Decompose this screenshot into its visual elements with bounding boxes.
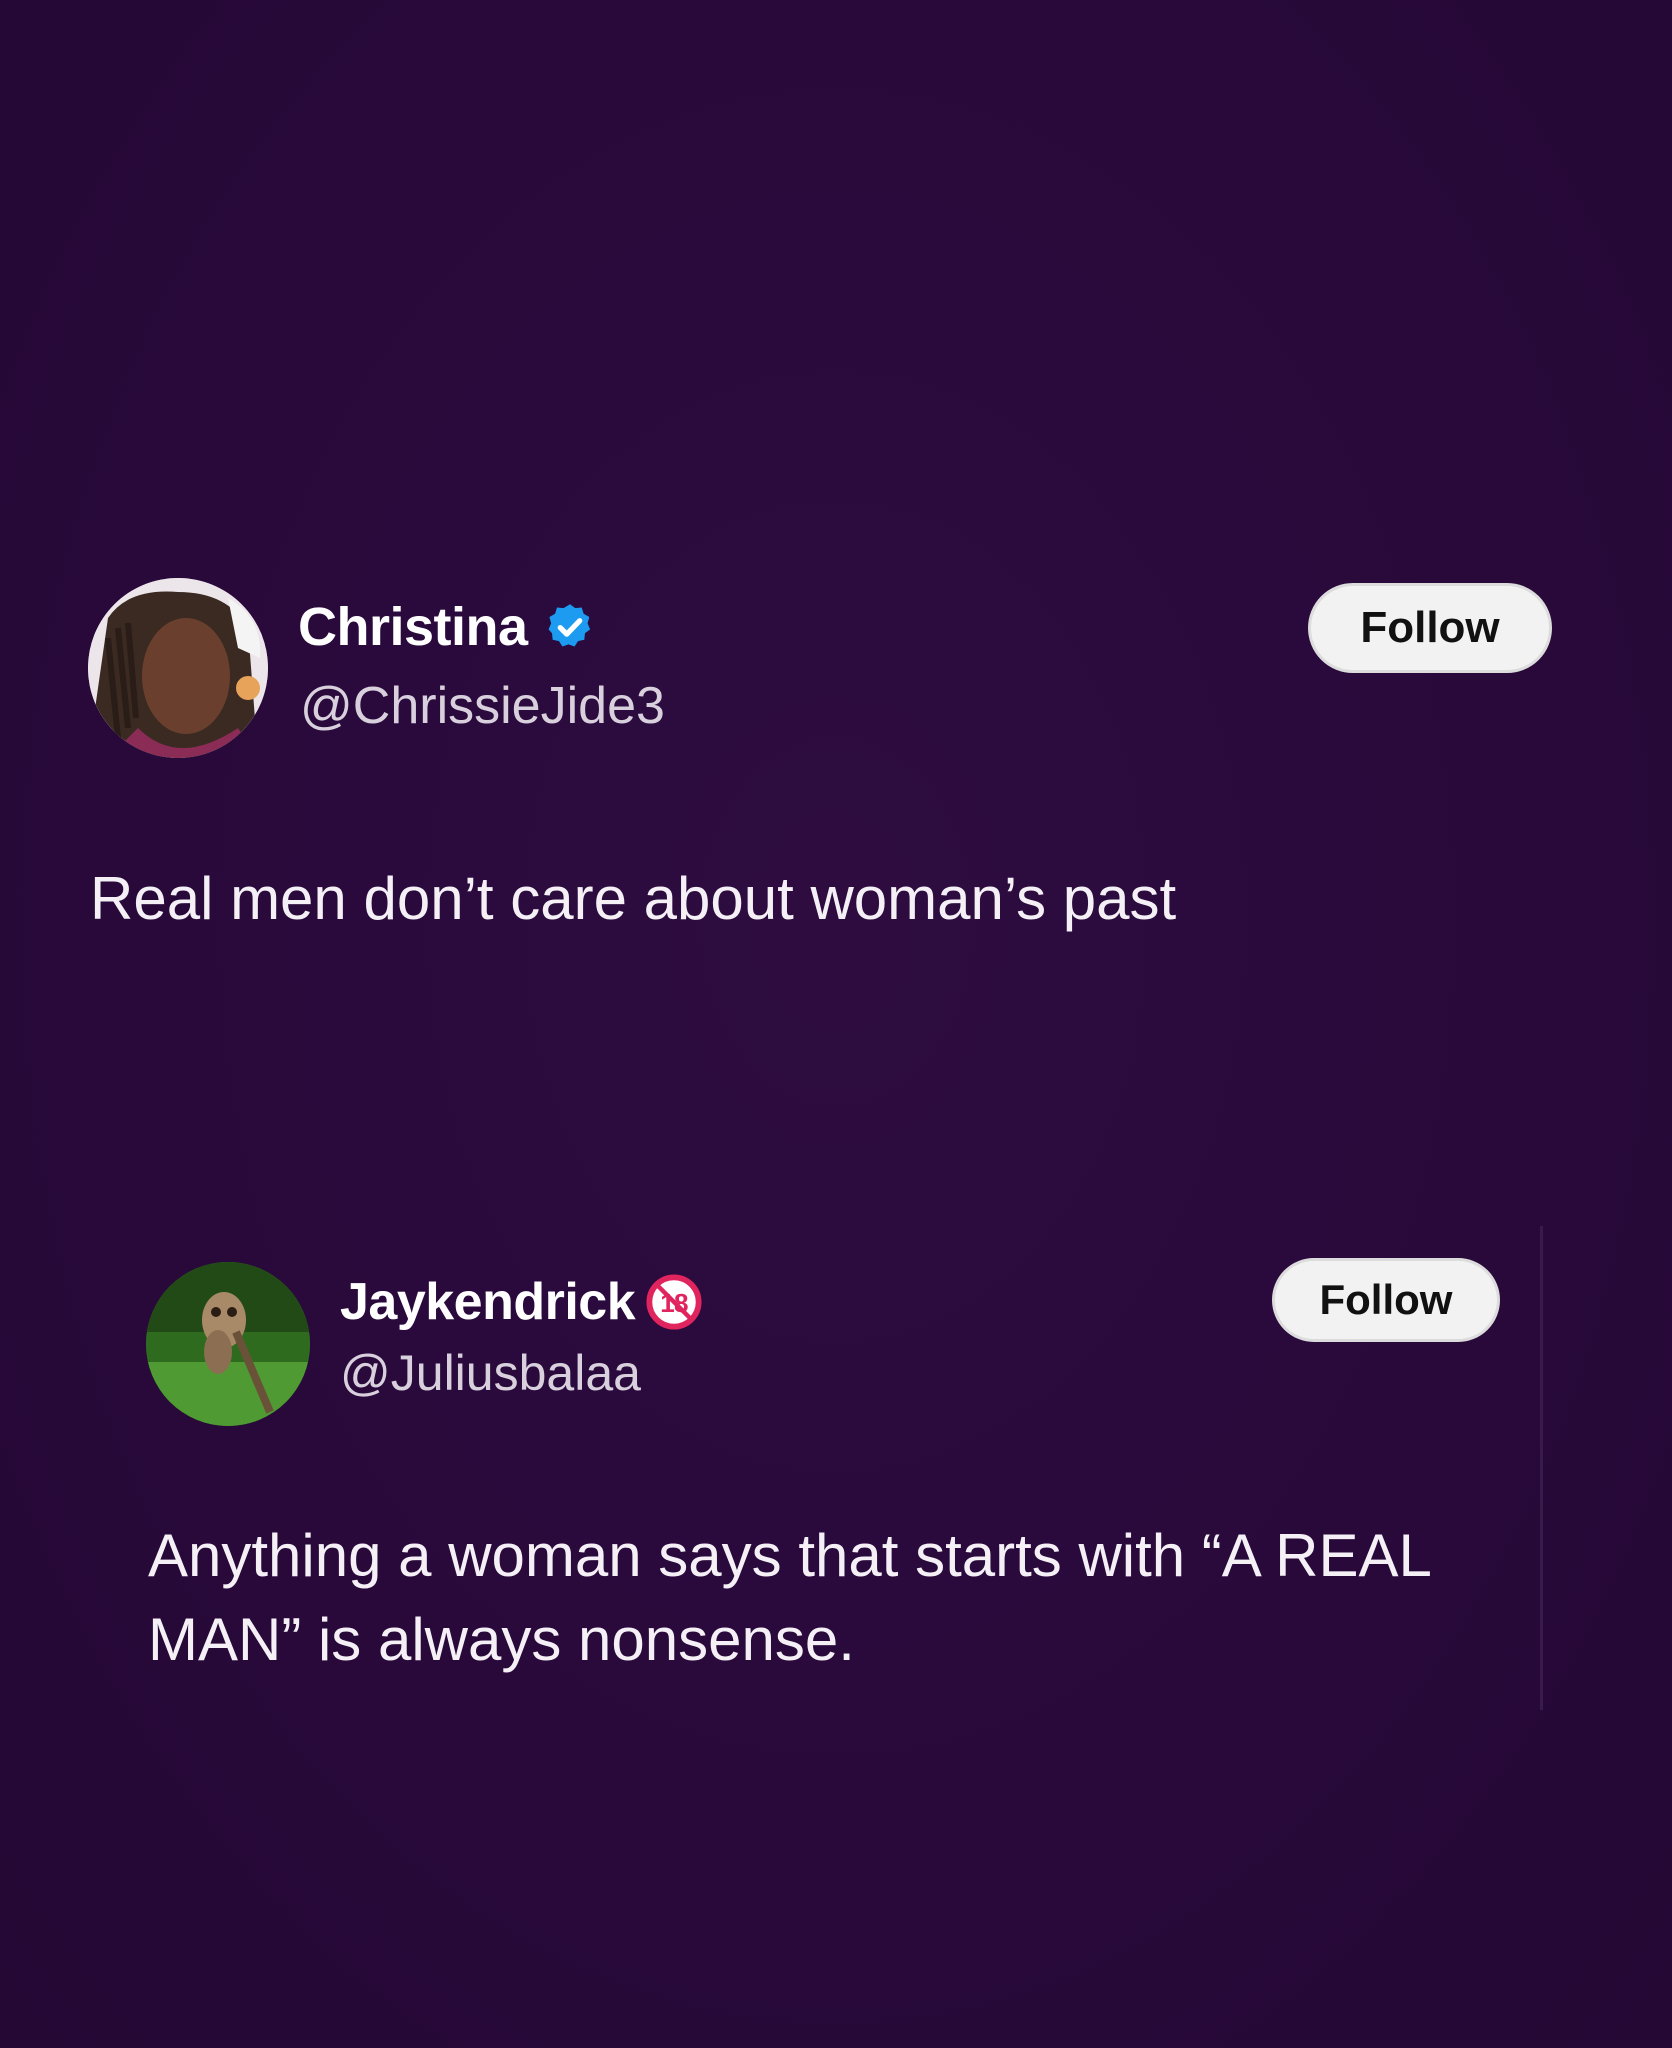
author-name-text: Jaykendrick [340,1273,636,1331]
verified-icon [548,604,590,647]
author-name-text: Christina [298,597,528,657]
follow-button[interactable]: Follow [1308,583,1552,673]
avatar-image [146,1262,310,1426]
tweet-original: Christina @ChrissieJide3 Follow Real men… [0,0,1672,1100]
divider [1540,1226,1543,1710]
avatar-image [88,578,268,758]
tweet-text: Real men don’t care about woman’s past [90,865,1177,932]
avatar[interactable] [146,1262,310,1426]
author-handle[interactable]: @Juliusbalaa [340,1344,641,1402]
author-name[interactable]: Jaykendrick 18 [340,1272,703,1332]
author-handle[interactable]: @ChrissieJide3 [300,676,665,736]
follow-button[interactable]: Follow [1272,1258,1500,1342]
tweet-text: Anything a woman says that starts with “… [148,1522,1430,1673]
author-name[interactable]: Christina [298,596,596,658]
18-plus-icon: 18 [646,1274,702,1330]
page: Christina @ChrissieJide3 Follow Real men… [0,0,1672,2048]
avatar[interactable] [88,578,268,758]
